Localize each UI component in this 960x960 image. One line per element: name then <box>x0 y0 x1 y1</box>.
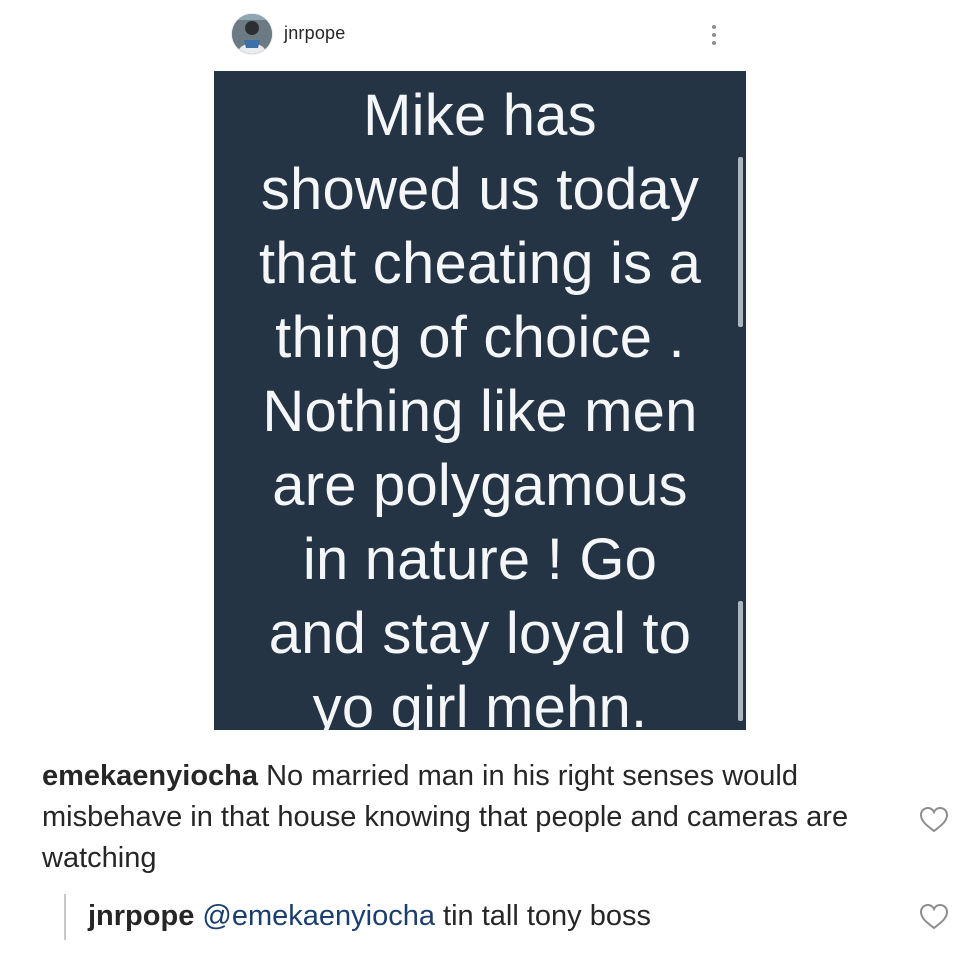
post-header: jnrpope <box>232 14 732 56</box>
heart-outline-icon <box>919 903 949 930</box>
post-view: jnrpope Mike has showed us today that ch… <box>0 0 960 960</box>
more-vertical-icon <box>712 33 716 37</box>
more-options-button[interactable] <box>702 20 726 50</box>
reply-text: tin tall tony boss <box>443 900 651 932</box>
heart-outline-icon <box>919 806 949 833</box>
like-comment-button[interactable] <box>919 806 949 834</box>
comment: emekaenyiocha No married man in his righ… <box>42 756 902 879</box>
reply-author[interactable]: jnrpope <box>88 900 194 932</box>
post-image-text: Mike has showed us today that cheating i… <box>258 83 702 730</box>
image-scrollbar-mark <box>738 601 743 721</box>
reply-mention-link[interactable]: @emekaenyiocha <box>202 900 435 932</box>
profile-avatar[interactable] <box>232 14 272 54</box>
comment-reply: jnrpope @emekaenyiocha tin tall tony bos… <box>64 894 884 940</box>
like-reply-button[interactable] <box>919 903 949 931</box>
avatar-image <box>232 14 272 54</box>
post-author-username[interactable]: jnrpope <box>284 23 345 44</box>
comment-author[interactable]: emekaenyiocha <box>42 760 258 792</box>
more-vertical-icon <box>712 25 716 29</box>
post-image[interactable]: Mike has showed us today that cheating i… <box>214 71 746 730</box>
more-vertical-icon <box>712 41 716 45</box>
image-scrollbar-mark <box>738 157 743 327</box>
